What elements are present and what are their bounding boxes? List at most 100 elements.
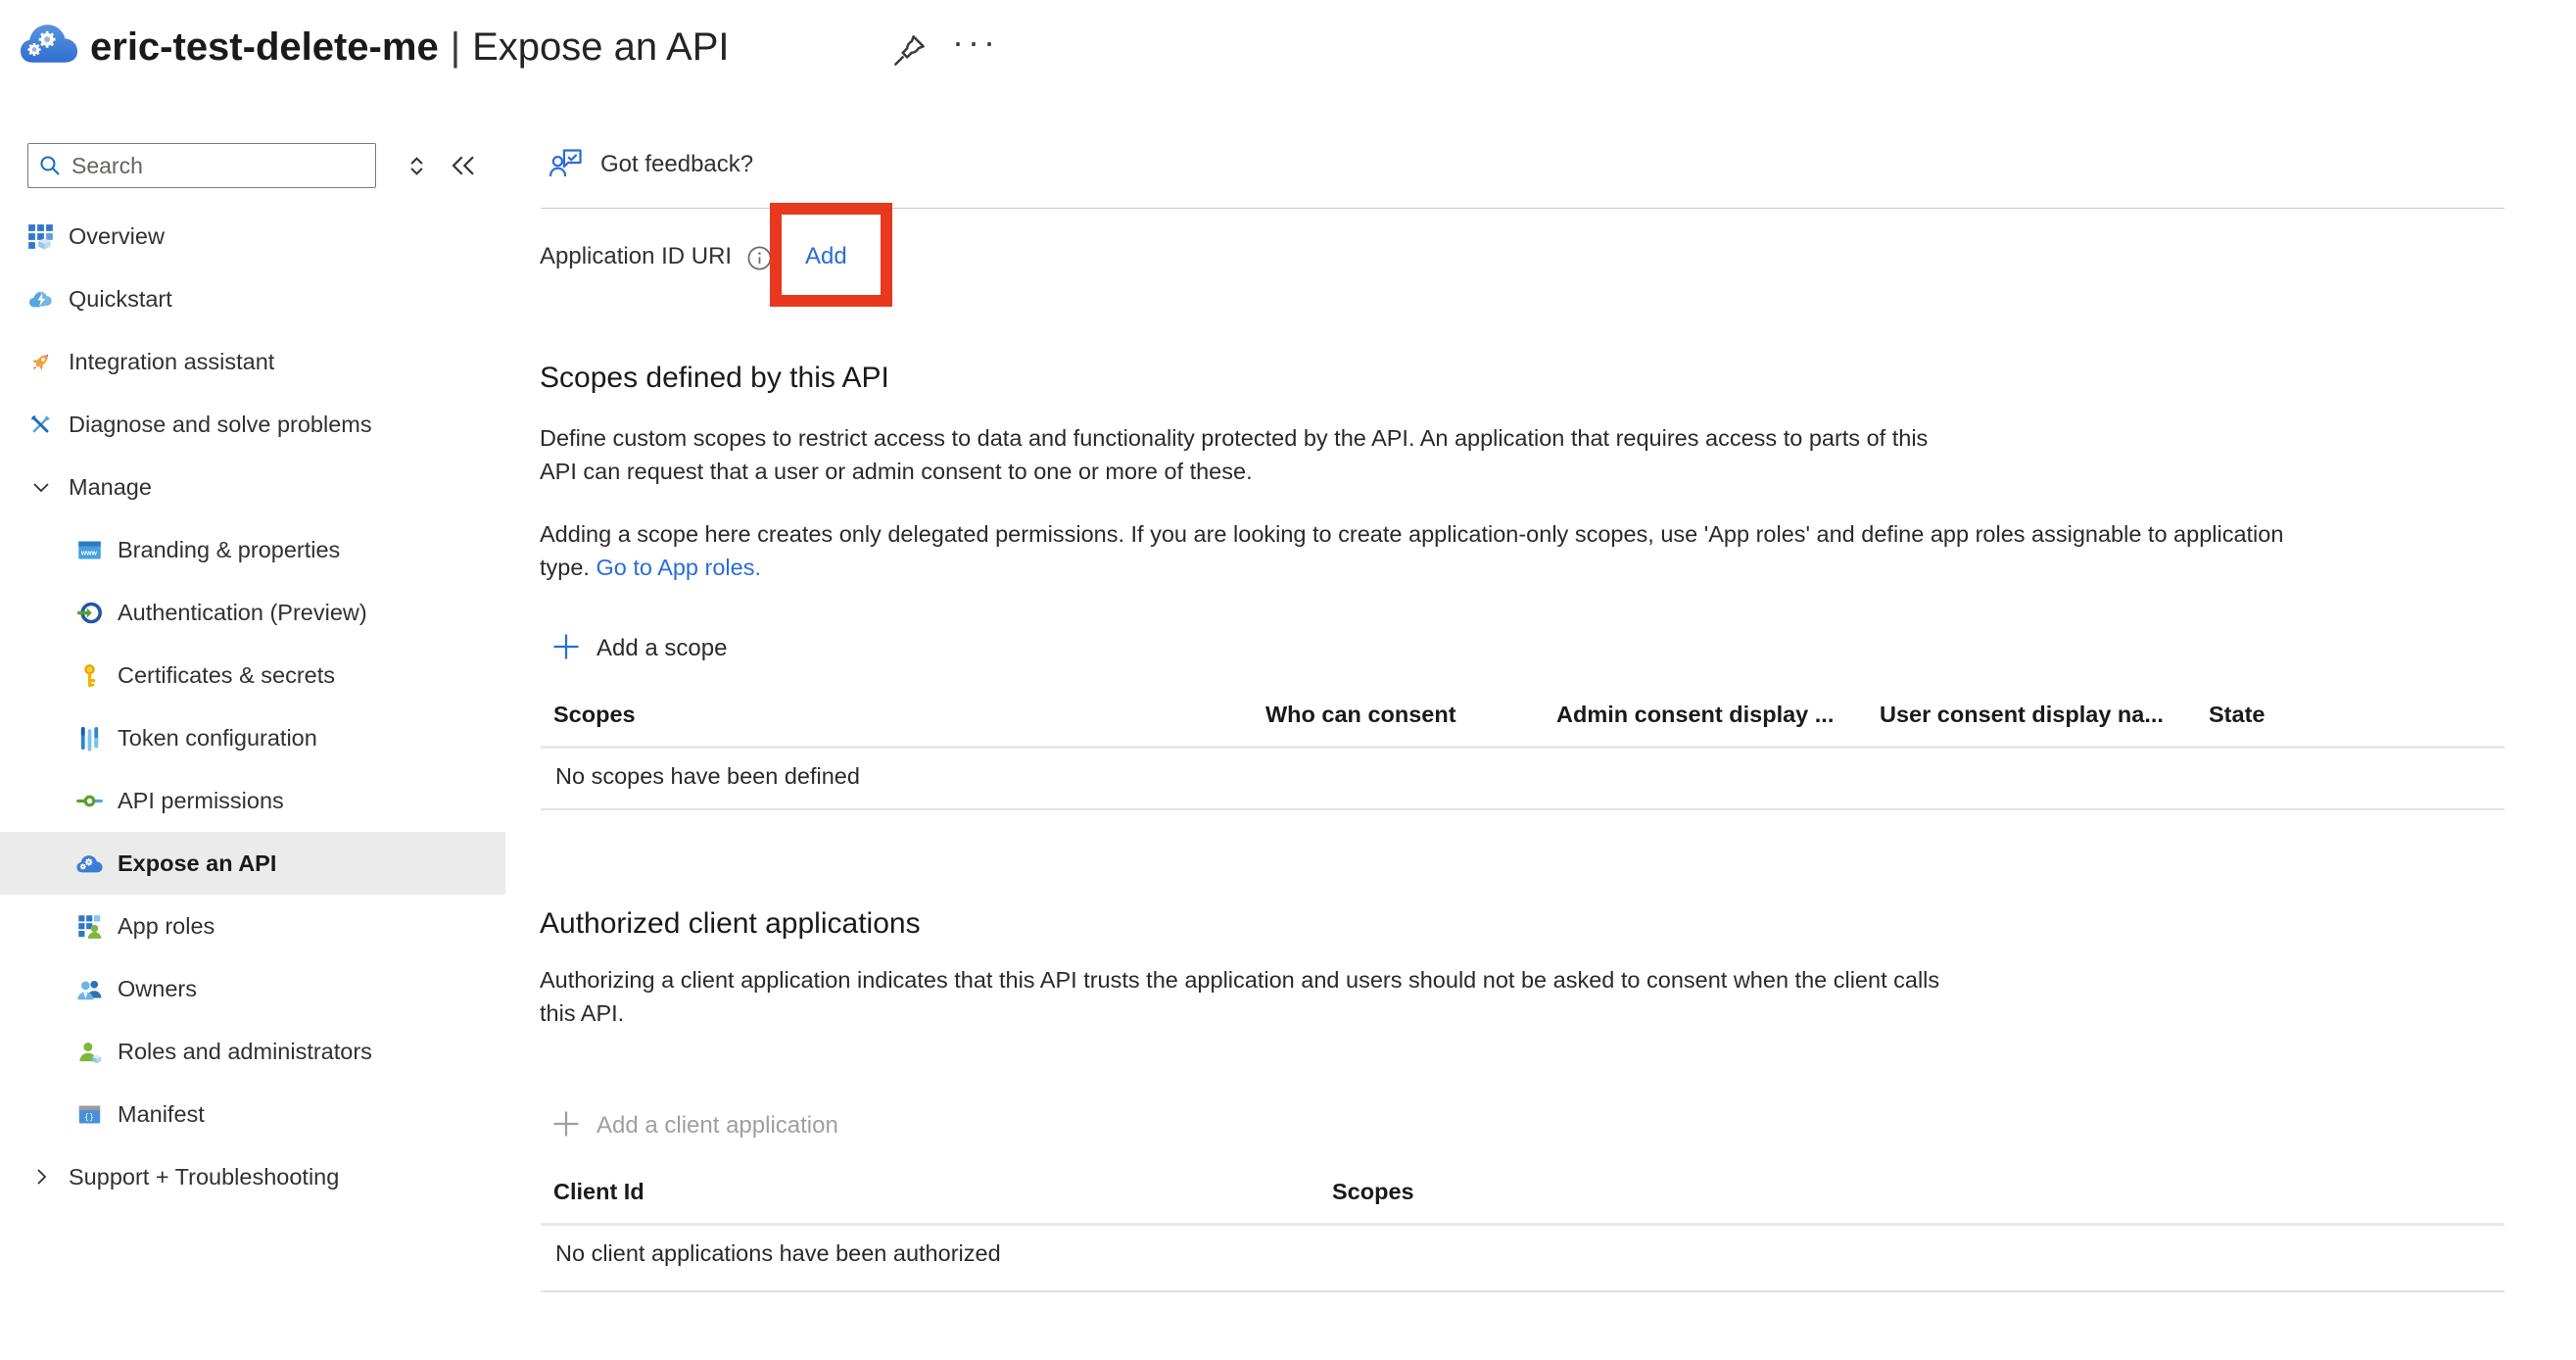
feedback-label: Got feedback? xyxy=(600,151,753,178)
authorized-description-line2: this API. xyxy=(540,996,1939,1030)
sidebar-item-overview[interactable]: Overview xyxy=(0,205,505,267)
add-a-client-application-button[interactable]: Add a client application xyxy=(551,1102,838,1149)
integration-assistant-icon xyxy=(27,349,54,375)
scopes-note-line1: Adding a scope here creates only delegat… xyxy=(540,517,2283,551)
add-a-scope-label: Add a scope xyxy=(596,635,727,662)
clients-table-row-divider xyxy=(541,1290,2504,1292)
branding-icon: www xyxy=(76,537,103,563)
client-id-col-header: Client Id xyxy=(553,1179,644,1205)
search-icon xyxy=(38,154,62,182)
quickstart-icon xyxy=(27,286,54,313)
clients-empty-row: No client applications have been authori… xyxy=(555,1240,1001,1267)
sidebar-item-label: API permissions xyxy=(118,788,284,814)
application-id-uri-label: Application ID URI xyxy=(540,243,732,270)
app-roles-icon xyxy=(76,913,103,940)
sidebar-item-label: Branding & properties xyxy=(118,537,340,563)
scopes-description-line1: Define custom scopes to restrict access … xyxy=(540,421,1928,455)
info-icon[interactable] xyxy=(746,245,773,276)
certificates-icon xyxy=(76,662,103,689)
sidebar-group-manage[interactable]: Manage xyxy=(0,456,505,518)
svg-text:{}: {} xyxy=(84,1111,94,1121)
sidebar-item-label: Diagnose and solve problems xyxy=(69,412,372,438)
authentication-icon xyxy=(76,600,103,626)
authorized-section-title: Authorized client applications xyxy=(540,907,921,941)
scopes-description-line2: API can request that a user or admin con… xyxy=(540,455,1928,488)
client-scopes-col-header: Scopes xyxy=(1332,1179,1414,1205)
scopes-note: Adding a scope here creates only delegat… xyxy=(540,517,2283,584)
pin-icon[interactable] xyxy=(889,31,929,75)
sidebar-item-quickstart[interactable]: Quickstart xyxy=(0,267,505,330)
state-col-header: State xyxy=(2209,702,2265,728)
scopes-col-header: Scopes xyxy=(553,702,636,728)
page-title: eric-test-delete-me | Expose an API xyxy=(90,25,729,70)
scopes-section-title: Scopes defined by this API xyxy=(540,362,889,395)
sidebar-item-branding-properties[interactable]: www Branding & properties xyxy=(0,518,505,581)
user-consent-col-header: User consent display na... xyxy=(1880,702,2164,728)
sidebar-item-api-permissions[interactable]: API permissions xyxy=(0,769,505,832)
plus-icon xyxy=(551,1109,581,1143)
sidebar-item-roles-administrators[interactable]: Roles and administrators xyxy=(0,1020,505,1083)
manifest-icon: {} xyxy=(76,1101,103,1128)
add-a-scope-button[interactable]: Add a scope xyxy=(551,625,727,672)
sidebar-item-manifest[interactable]: {} Manifest xyxy=(0,1083,505,1145)
sidebar-search xyxy=(27,143,376,188)
app-name: eric-test-delete-me xyxy=(90,25,439,69)
roles-admins-icon xyxy=(76,1039,103,1065)
clients-table-header-divider xyxy=(541,1223,2504,1226)
feedback-icon xyxy=(549,146,584,184)
sidebar-group-label: Manage xyxy=(69,474,152,501)
sidebar-item-label: Token configuration xyxy=(118,725,317,752)
sidebar-item-certificates-secrets[interactable]: Certificates & secrets xyxy=(0,644,505,706)
collapse-menu-icon[interactable] xyxy=(449,152,478,184)
sidebar-item-owners[interactable]: Owners xyxy=(0,957,505,1020)
owners-icon xyxy=(76,976,103,1002)
expose-an-api-page: eric-test-delete-me | Expose an API ··· xyxy=(0,0,2576,1360)
sidebar-item-label: Overview xyxy=(69,223,165,250)
sidebar-item-expose-an-api[interactable]: Expose an API xyxy=(0,832,505,895)
who-can-consent-col-header: Who can consent xyxy=(1265,702,1456,728)
sidebar-item-authentication[interactable]: Authentication (Preview) xyxy=(0,581,505,644)
svg-text:www: www xyxy=(80,550,98,557)
sidebar-item-label: Roles and administrators xyxy=(118,1039,372,1065)
sidebar-item-app-roles[interactable]: App roles xyxy=(0,895,505,957)
blade-name: Expose an API xyxy=(472,25,729,69)
sidebar-item-label: Certificates & secrets xyxy=(118,662,335,689)
authorized-description: Authorizing a client application indicat… xyxy=(540,963,1939,1030)
token-configuration-icon xyxy=(76,725,103,752)
chevron-down-icon xyxy=(27,474,54,501)
sidebar-item-diagnose[interactable]: Diagnose and solve problems xyxy=(0,393,505,456)
scopes-note-prefix: type. xyxy=(540,555,590,580)
title-separator: | xyxy=(451,25,460,69)
scopes-description: Define custom scopes to restrict access … xyxy=(540,421,1928,488)
overview-icon xyxy=(27,223,54,250)
chevron-right-icon xyxy=(27,1164,54,1190)
annotation-box xyxy=(770,203,892,307)
scopes-table-header-divider xyxy=(541,746,2504,749)
admin-consent-col-header: Admin consent display ... xyxy=(1556,702,1834,728)
api-permissions-icon xyxy=(76,788,103,814)
sidebar-nav: Overview Quickstart xyxy=(0,205,505,1208)
app-cloud-gears-icon xyxy=(20,20,78,72)
sidebar-item-label: Expose an API xyxy=(118,850,276,877)
scopes-note-line2: type. Go to App roles. xyxy=(540,551,2283,584)
sidebar-item-token-configuration[interactable]: Token configuration xyxy=(0,706,505,769)
expand-collapse-icon[interactable] xyxy=(404,153,430,184)
more-options-icon[interactable]: ··· xyxy=(952,22,999,63)
sidebar-item-label: App roles xyxy=(118,913,215,940)
sidebar-item-label: Authentication (Preview) xyxy=(118,600,367,626)
sidebar-item-label: Quickstart xyxy=(69,286,172,313)
sidebar-item-label: Integration assistant xyxy=(69,349,274,375)
sidebar-item-label: Manifest xyxy=(118,1101,205,1128)
scopes-table-row-divider xyxy=(541,808,2504,810)
diagnose-icon xyxy=(27,412,54,438)
scopes-empty-row: No scopes have been defined xyxy=(555,763,860,790)
sidebar-group-support-troubleshooting[interactable]: Support + Troubleshooting xyxy=(0,1145,505,1208)
add-a-client-application-label: Add a client application xyxy=(596,1112,838,1140)
sidebar-group-label: Support + Troubleshooting xyxy=(69,1164,339,1190)
got-feedback-button[interactable]: Got feedback? xyxy=(549,139,753,190)
sidebar-item-label: Owners xyxy=(118,976,197,1002)
plus-icon xyxy=(551,632,581,666)
search-input[interactable] xyxy=(27,143,376,188)
sidebar-item-integration-assistant[interactable]: Integration assistant xyxy=(0,330,505,393)
go-to-app-roles-link[interactable]: Go to App roles. xyxy=(596,555,761,580)
